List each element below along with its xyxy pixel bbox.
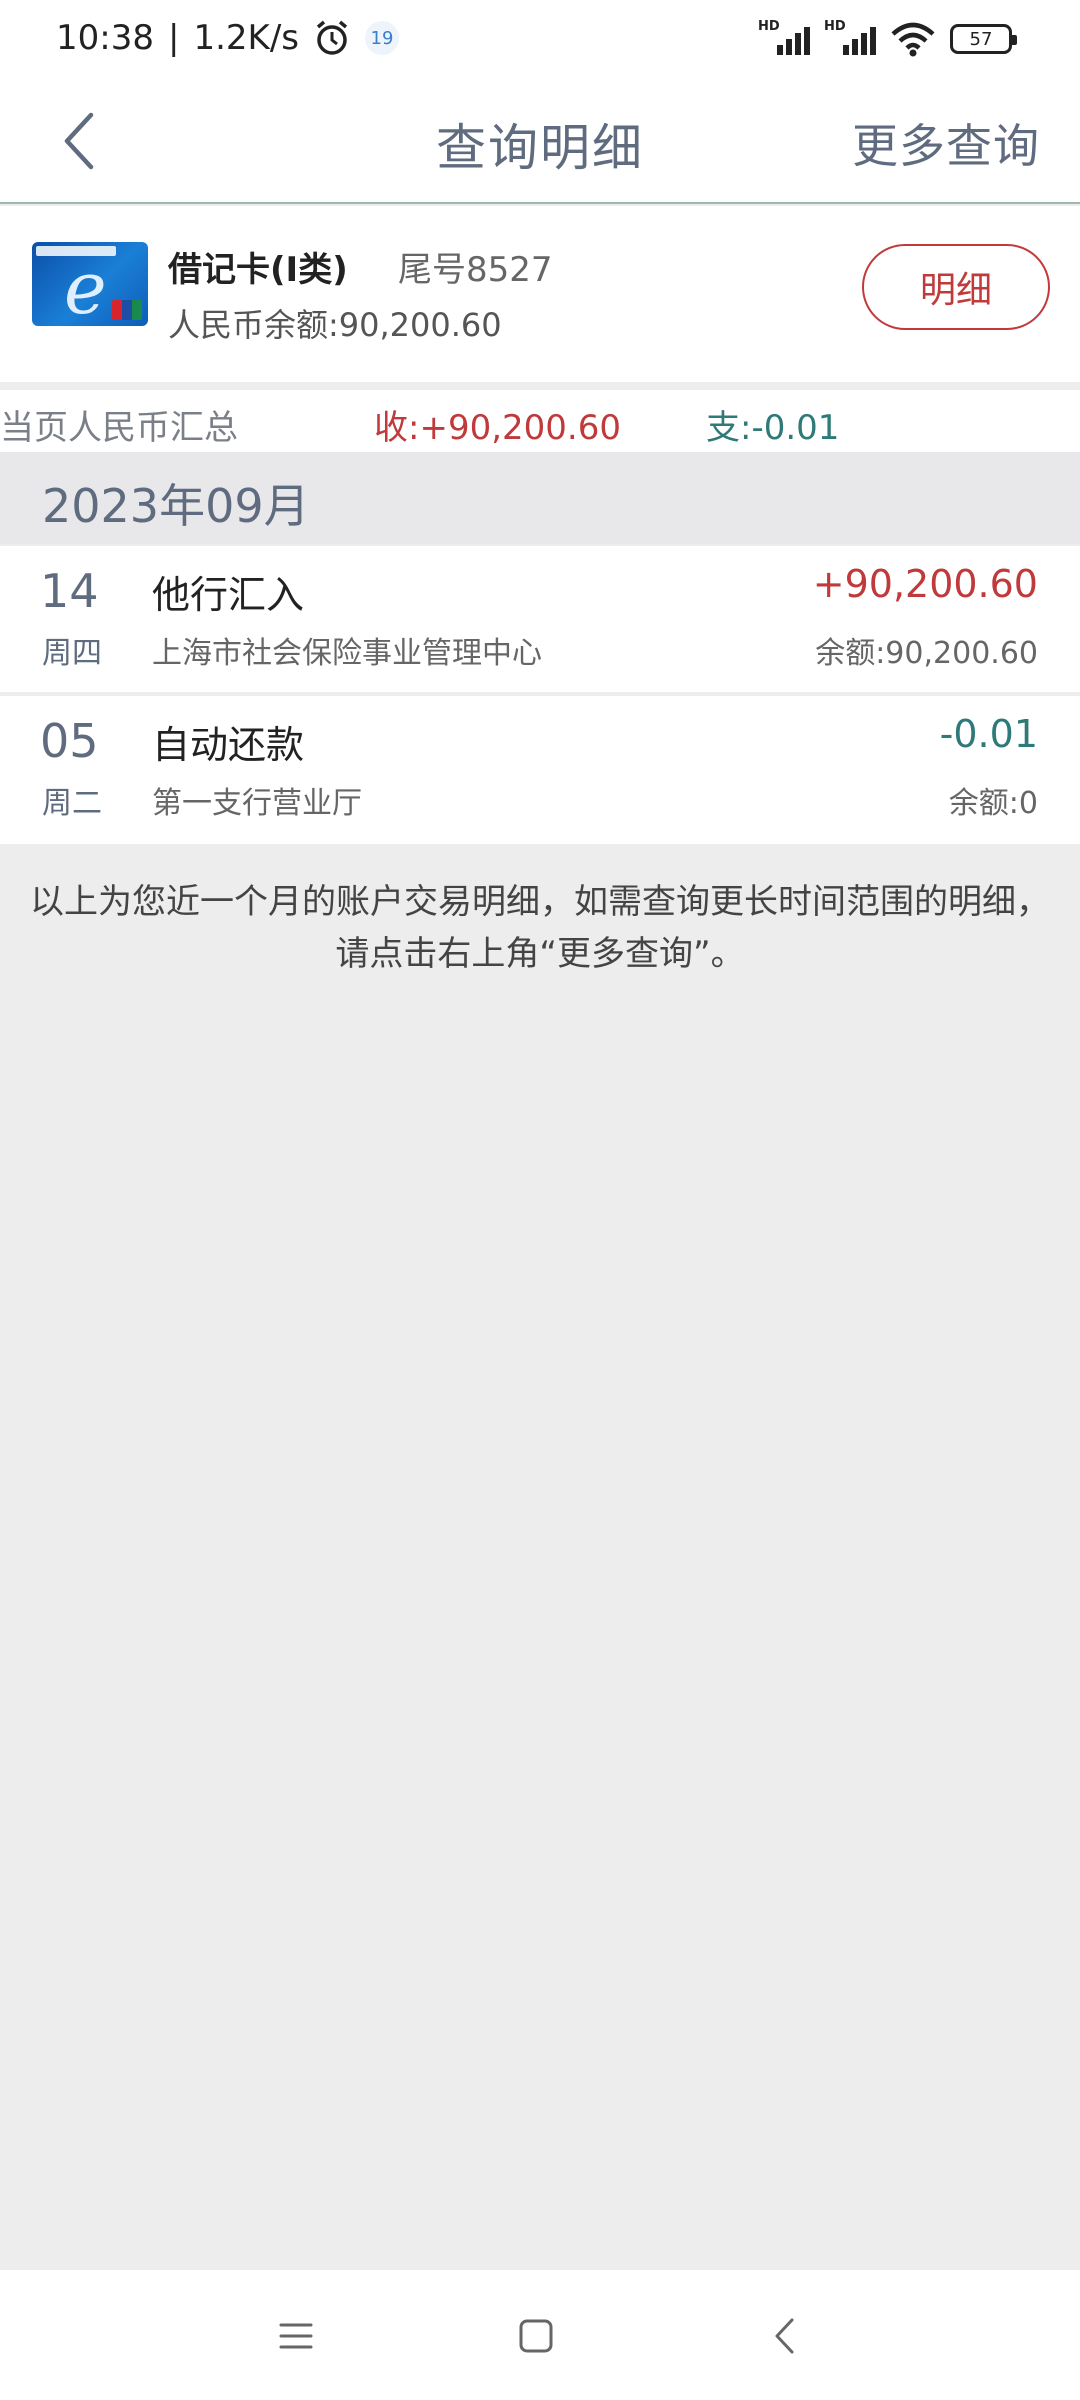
info-note: 以上为您近一个月的账户交易明细，如需查询更长时间范围的明细，请点击右上角“更多查… (30, 882, 1050, 974)
page-summary: 当页人民币汇总 收:+90,200.60 支:-0.01 (0, 390, 1080, 452)
battery-level: 57 (969, 28, 993, 50)
month-label: 2023年09月 (42, 479, 310, 533)
month-header: 2023年09月 (0, 452, 1080, 544)
alarm-icon (316, 20, 348, 55)
signal-icon: HD (758, 19, 810, 59)
system-nav-bar (0, 2270, 1080, 2400)
menu-icon (279, 2323, 313, 2349)
transaction-row[interactable]: 05 周二 自动还款 第一支行营业厅 -0.01 余额:0 (0, 696, 1080, 844)
card-tail-number: 尾号8527 (398, 250, 553, 290)
status-right: HD HD 57 (758, 18, 1017, 60)
transaction-row[interactable]: 14 周四 他行汇入 上海市社会保险事业管理中心 +90,200.60 余额:9… (0, 546, 1080, 694)
transaction-amount: +90,200.60 (812, 562, 1038, 606)
bank-card-image: e (32, 242, 148, 326)
transaction-day: 14 (40, 564, 99, 618)
transaction-type: 他行汇入 (152, 573, 305, 617)
summary-expense: 支:-0.01 (706, 408, 840, 448)
account-card-row: e 借记卡(Ⅰ类) 尾号8527 人民币余额:90,200.60 明细 (0, 206, 1080, 382)
transaction-weekday: 周二 (42, 786, 102, 821)
summary-label: 当页人民币汇总 (0, 408, 238, 448)
status-net-speed: 1.2K/s (193, 18, 299, 58)
wifi-icon (891, 22, 935, 57)
back-icon (775, 2318, 794, 2354)
transaction-amount: -0.01 (939, 712, 1038, 756)
status-bar: 10:38 | 1.2K/s 19 HD HD 57 (0, 0, 1080, 78)
battery-icon: 57 (950, 24, 1017, 54)
card-balance: 人民币余额:90,200.60 (168, 306, 502, 344)
home-icon (519, 2319, 553, 2353)
menu-button[interactable] (268, 2308, 324, 2364)
transaction-party: 第一支行营业厅 (152, 786, 362, 821)
transaction-party: 上海市社会保险事业管理中心 (152, 636, 542, 671)
nav-bar: 查询明细 更多查询 (0, 78, 1080, 204)
notification-badge: 19 (365, 21, 399, 55)
transaction-day: 05 (40, 714, 99, 768)
more-query-button[interactable]: 更多查询 (852, 110, 1040, 176)
card-name: 借记卡(Ⅰ类) (168, 250, 348, 290)
transaction-weekday: 周四 (42, 636, 102, 671)
status-left: 10:38 | 1.2K/s 19 (56, 16, 399, 60)
transaction-balance: 余额:90,200.60 (815, 636, 1038, 671)
unionpay-logo (112, 300, 142, 320)
status-time: 10:38 (56, 18, 154, 58)
system-back-button[interactable] (756, 2308, 812, 2364)
home-button[interactable] (508, 2308, 564, 2364)
status-separator: | (167, 18, 180, 58)
transaction-balance: 余额:0 (948, 786, 1038, 821)
detail-button[interactable]: 明细 (862, 244, 1050, 330)
transaction-type: 自动还款 (152, 723, 305, 767)
signal-icon: HD (824, 19, 876, 59)
summary-income: 收:+90,200.60 (374, 408, 621, 448)
